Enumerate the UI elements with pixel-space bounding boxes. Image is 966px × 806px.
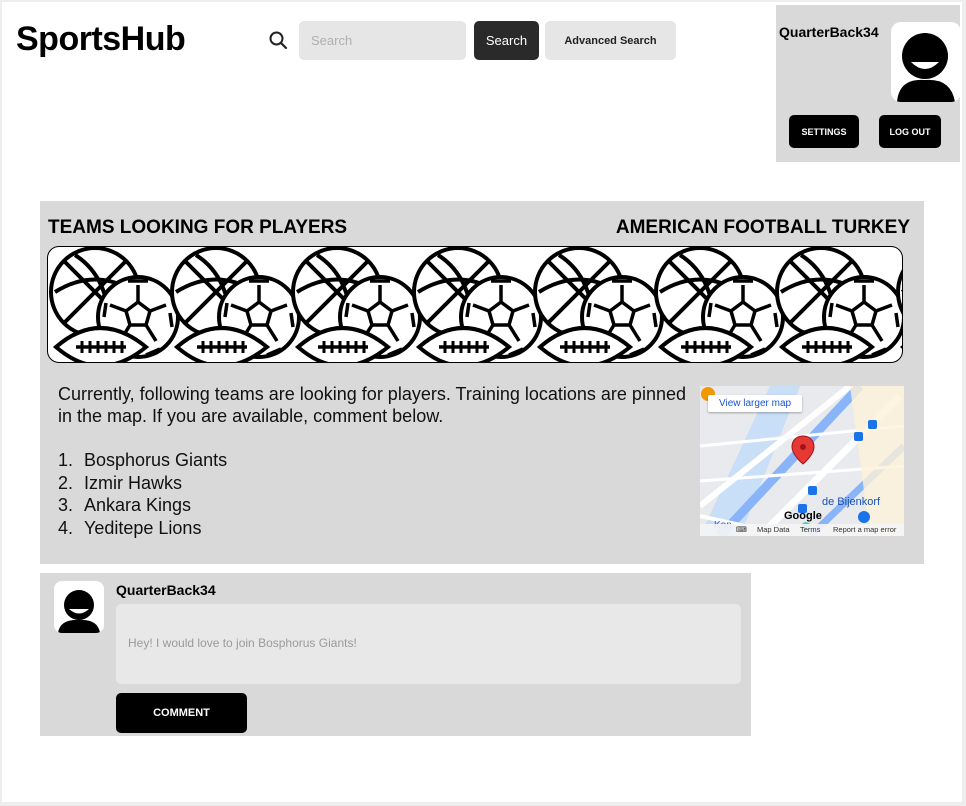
comment-input[interactable]: Hey! I would love to join Bosphorus Gian… [116, 604, 741, 684]
search-input[interactable] [299, 21, 466, 60]
sports-balls-icon [49, 247, 902, 362]
map-footer: ⌨ Map Data Terms Report a map error [700, 524, 904, 536]
user-avatar-icon [58, 590, 100, 633]
search-icon[interactable] [268, 30, 288, 50]
map-place-label: de Bijenkorf [822, 496, 881, 508]
logout-button[interactable]: LOG OUT [879, 115, 941, 148]
list-item: 2. Izmir Hawks [58, 472, 227, 495]
post-panel: TEAMS LOOKING FOR PLAYERS AMERICAN FOOTB… [40, 201, 924, 564]
team-name: Ankara Kings [84, 495, 192, 515]
user-panel: QuarterBack34 SETTINGS LOG OUT [776, 5, 961, 162]
list-item-number: 1. [58, 450, 74, 470]
list-item-number: 2. [58, 472, 74, 493]
avatar[interactable] [891, 22, 961, 102]
team-name: Izmir Hawks [84, 472, 182, 493]
comment-avatar[interactable] [54, 581, 104, 633]
post-description: Currently, following teams are looking f… [58, 384, 686, 426]
search-button[interactable]: Search [474, 21, 539, 60]
advanced-search-button[interactable]: Advanced Search [545, 21, 676, 60]
post-title: TEAMS LOOKING FOR PLAYERS [48, 217, 348, 238]
team-name: Bosphorus Giants [84, 450, 228, 470]
google-logo: Google [784, 510, 822, 522]
comment-panel: QuarterBack34 Hey! I would love to join … [40, 573, 751, 736]
list-item: 1. Bosphorus Giants [58, 449, 227, 472]
terms-link[interactable]: Terms [800, 525, 820, 534]
team-name: Yeditepe Lions [84, 517, 202, 538]
map-data-link[interactable]: Map Data [757, 525, 790, 534]
app-logo[interactable]: SportsHub [16, 20, 186, 59]
report-map-error-link[interactable]: Report a map error [833, 525, 896, 534]
username[interactable]: QuarterBack34 [779, 24, 879, 40]
list-item-number: 3. [58, 495, 74, 515]
list-item: 3. Ankara Kings [58, 494, 227, 517]
user-avatar-icon [897, 33, 955, 102]
keyboard-icon[interactable]: ⌨ [736, 525, 747, 534]
settings-button[interactable]: SETTINGS [789, 115, 859, 148]
list-item-number: 4. [58, 517, 74, 538]
list-item: 4. Yeditepe Lions [58, 517, 227, 540]
training-map[interactable]: View larger map de Bijenkorf Google Kon … [700, 386, 904, 536]
comment-username[interactable]: QuarterBack34 [116, 582, 216, 598]
sports-banner [47, 246, 903, 363]
view-larger-map-link[interactable]: View larger map [708, 395, 803, 412]
post-category[interactable]: AMERICAN FOOTBALL TURKEY [616, 217, 910, 239]
team-list: 1. Bosphorus Giants 2. Izmir Hawks 3. An… [58, 449, 227, 539]
comment-button[interactable]: COMMENT [116, 693, 247, 733]
